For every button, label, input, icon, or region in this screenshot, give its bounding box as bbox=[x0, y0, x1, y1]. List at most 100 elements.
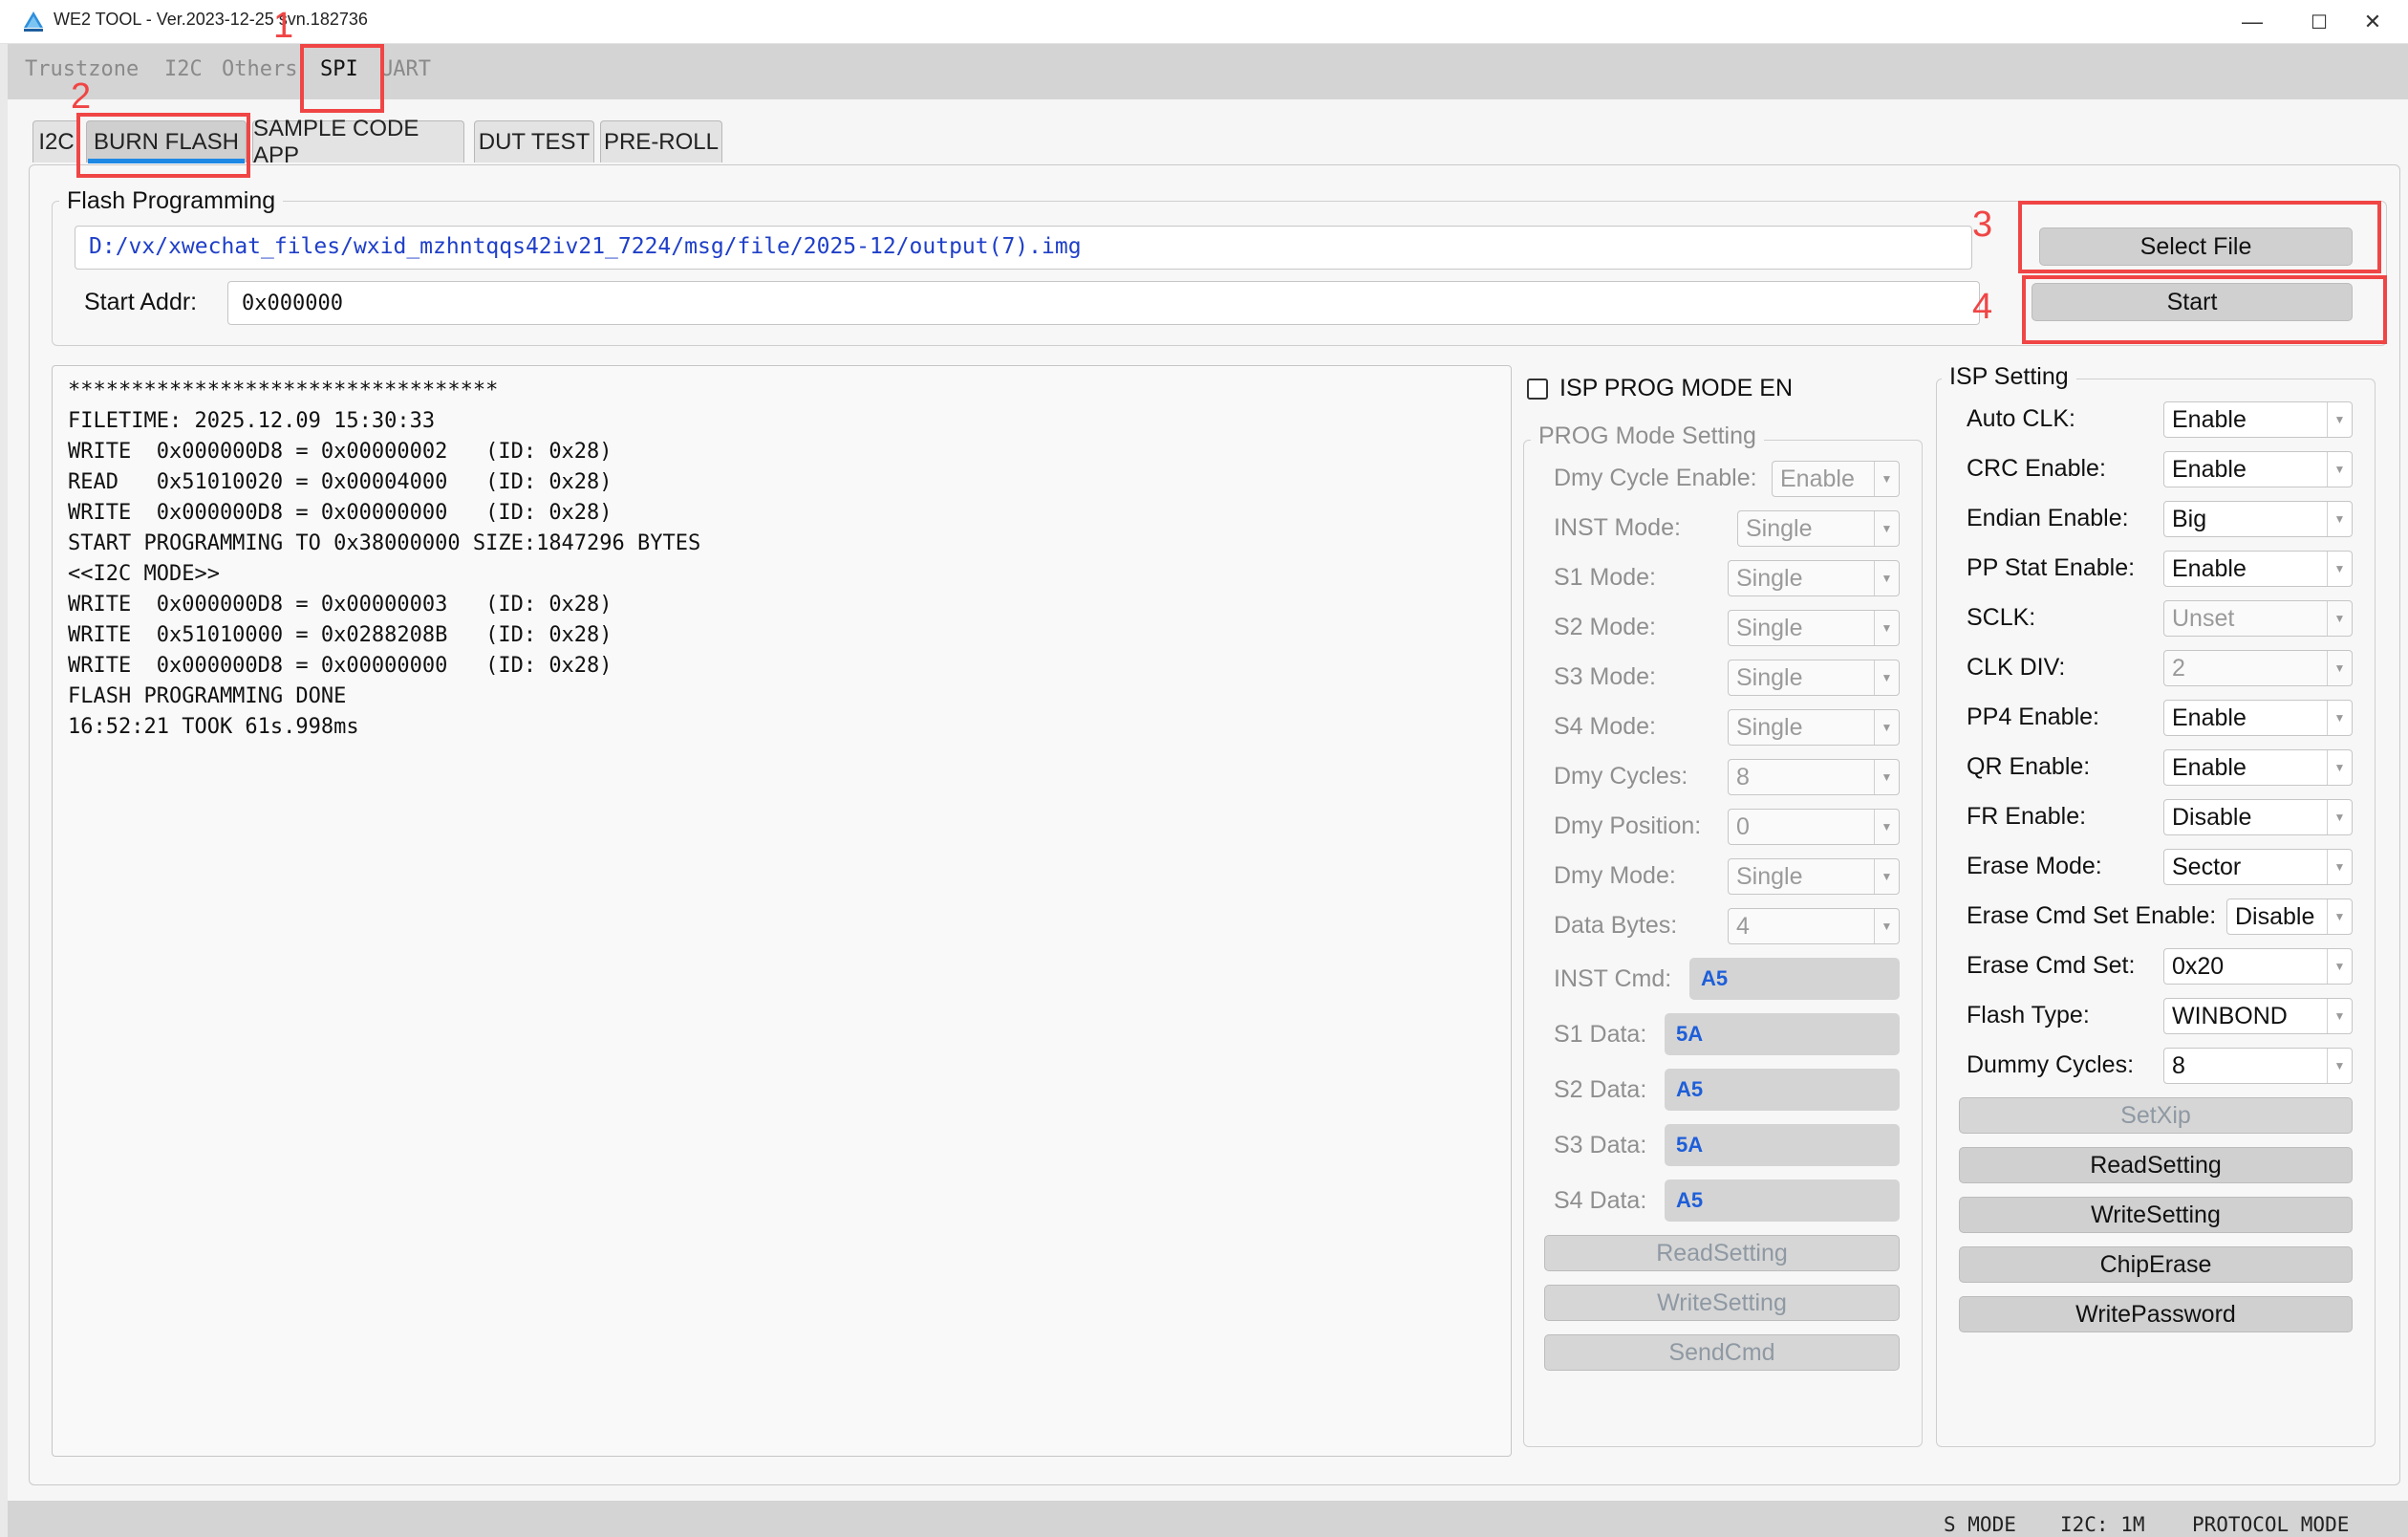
chevron-down-icon: ▼ bbox=[2327, 701, 2352, 735]
chevron-down-icon: ▼ bbox=[1874, 760, 1899, 794]
start-addr-label: Start Addr: bbox=[84, 289, 198, 315]
isp-erase-cmd-set-value: 0x20 bbox=[2172, 952, 2225, 980]
log-line: ********************************** bbox=[68, 379, 499, 402]
annotation-number-1: 1 bbox=[273, 6, 294, 46]
menu-uart[interactable]: UART bbox=[380, 57, 431, 81]
isp-sclk-label: SCLK: bbox=[1967, 604, 2036, 631]
prog-s3-mode-label: S3 Mode: bbox=[1554, 663, 1657, 690]
tab-dut-test[interactable]: DUT TEST bbox=[474, 120, 594, 162]
prog-s1-data-input[interactable]: 5A bbox=[1665, 1013, 1900, 1055]
file-path-input[interactable]: D:/vx/xwechat_files/wxid_mzhntqqs42iv21_… bbox=[75, 226, 1972, 270]
prog-data-bytes-label: Data Bytes: bbox=[1554, 912, 1678, 939]
prog-dmy-cycle-enable-select[interactable]: Enable ▼ bbox=[1772, 461, 1900, 497]
prog-inst-mode-value: Single bbox=[1746, 514, 1813, 542]
prog-s2-data-label: S2 Data: bbox=[1554, 1076, 1647, 1103]
isp-crc-enable-select[interactable]: Enable ▼ bbox=[2163, 451, 2353, 487]
chevron-down-icon: ▼ bbox=[1874, 859, 1899, 894]
prog-s3-data-label: S3 Data: bbox=[1554, 1132, 1647, 1158]
prog-s3-mode-select[interactable]: Single ▼ bbox=[1728, 660, 1900, 696]
log-line: FLASH PROGRAMMING DONE bbox=[68, 684, 347, 708]
prog-s1-mode-label: S1 Mode: bbox=[1554, 564, 1657, 591]
isp-erase-mode-select[interactable]: Sector ▼ bbox=[2163, 849, 2353, 885]
log-output: ********************************** FILET… bbox=[52, 365, 1512, 1457]
prog-inst-cmd-input[interactable]: A5 bbox=[1689, 958, 1900, 1000]
chevron-down-icon: ▼ bbox=[2327, 999, 2352, 1033]
chevron-down-icon: ▼ bbox=[1874, 462, 1899, 496]
isp-erase-cmd-set-enable-value: Disable bbox=[2235, 902, 2315, 930]
chevron-down-icon: ▼ bbox=[1874, 611, 1899, 645]
start-addr-input[interactable]: 0x000000 bbox=[227, 281, 1980, 325]
annotation-box-3 bbox=[2018, 201, 2381, 273]
prog-data-bytes-select[interactable]: 4 ▼ bbox=[1728, 908, 1900, 944]
tab-i2c[interactable]: I2C bbox=[32, 120, 80, 162]
isp-erase-cmd-set-select[interactable]: 0x20 ▼ bbox=[2163, 948, 2353, 985]
prog-dmy-cycles-select[interactable]: 8 ▼ bbox=[1728, 759, 1900, 795]
isp-flash-type-select[interactable]: WINBOND ▼ bbox=[2163, 998, 2353, 1034]
prog-s4-data-input[interactable]: A5 bbox=[1665, 1180, 1900, 1222]
isp-dummy-cycles-select[interactable]: 8 ▼ bbox=[2163, 1048, 2353, 1084]
prog-inst-mode-select[interactable]: Single ▼ bbox=[1737, 510, 1900, 547]
prog-inst-cmd-label: INST Cmd: bbox=[1554, 965, 1672, 992]
isp-auto-clk-label: Auto CLK: bbox=[1967, 405, 2075, 432]
chevron-down-icon: ▼ bbox=[1874, 511, 1899, 546]
isp-pp-stat-enable-select[interactable]: Enable ▼ bbox=[2163, 551, 2353, 587]
isp-setting-title: ISP Setting bbox=[1942, 363, 2076, 391]
log-line: WRITE 0x000000D8 = 0x00000000 (ID: 0x28) bbox=[68, 501, 613, 525]
prog-s2-mode-value: Single bbox=[1736, 614, 1803, 641]
isp-flash-type-value: WINBOND bbox=[2172, 1002, 2288, 1029]
prog-dmy-position-select[interactable]: 0 ▼ bbox=[1728, 809, 1900, 845]
prog-data-bytes-value: 4 bbox=[1736, 912, 1750, 940]
prog-s3-data-input[interactable]: 5A bbox=[1665, 1124, 1900, 1166]
prog-readsetting-button[interactable]: ReadSetting bbox=[1544, 1235, 1900, 1271]
prog-dmy-mode-select[interactable]: Single ▼ bbox=[1728, 858, 1900, 895]
prog-s1-data-label: S1 Data: bbox=[1554, 1021, 1647, 1048]
annotation-number-4: 4 bbox=[1972, 287, 1993, 327]
isp-pp4-enable-select[interactable]: Enable ▼ bbox=[2163, 700, 2353, 736]
isp-clk-div-select[interactable]: 2 ▼ bbox=[2163, 650, 2353, 686]
status-protocol-mode: PROTOCOL MODE bbox=[2192, 1513, 2350, 1536]
minimize-button[interactable]: — bbox=[2217, 0, 2288, 44]
isp-endian-enable-select[interactable]: Big ▼ bbox=[2163, 501, 2353, 537]
tab-sample-code-app[interactable]: SAMPLE CODE APP bbox=[252, 116, 464, 168]
close-button[interactable]: ✕ bbox=[2337, 0, 2408, 44]
isp-qr-enable-select[interactable]: Enable ▼ bbox=[2163, 749, 2353, 786]
isp-writesetting-button[interactable]: WriteSetting bbox=[1959, 1197, 2353, 1233]
isp-setxip-button[interactable]: SetXip bbox=[1959, 1097, 2353, 1134]
prog-writesetting-button[interactable]: WriteSetting bbox=[1544, 1285, 1900, 1321]
chevron-down-icon: ▼ bbox=[2327, 850, 2352, 884]
status-bar bbox=[8, 1501, 2408, 1537]
prog-s4-mode-label: S4 Mode: bbox=[1554, 713, 1657, 740]
chevron-down-icon: ▼ bbox=[2327, 502, 2352, 536]
isp-prog-mode-checkbox[interactable] bbox=[1527, 379, 1548, 400]
isp-endian-enable-label: Endian Enable: bbox=[1967, 505, 2129, 531]
log-line: START PROGRAMMING TO 0x38000000 SIZE:184… bbox=[68, 531, 701, 555]
menu-i2c[interactable]: I2C bbox=[164, 57, 203, 81]
prog-s4-mode-select[interactable]: Single ▼ bbox=[1728, 709, 1900, 746]
isp-writepassword-button[interactable]: WritePassword bbox=[1959, 1296, 2353, 1332]
log-line: FILETIME: 2025.12.09 15:30:33 bbox=[68, 409, 436, 433]
prog-s1-mode-select[interactable]: Single ▼ bbox=[1728, 560, 1900, 596]
prog-mode-setting-title: PROG Mode Setting bbox=[1531, 422, 1764, 450]
prog-dmy-position-value: 0 bbox=[1736, 812, 1750, 840]
isp-fr-enable-select[interactable]: Disable ▼ bbox=[2163, 799, 2353, 835]
isp-erase-cmd-set-enable-select[interactable]: Disable ▼ bbox=[2226, 898, 2353, 935]
isp-chiperase-button[interactable]: ChipErase bbox=[1959, 1246, 2353, 1283]
isp-pp-stat-enable-value: Enable bbox=[2172, 554, 2247, 582]
prog-s2-mode-label: S2 Mode: bbox=[1554, 614, 1657, 640]
isp-erase-cmd-set-label: Erase Cmd Set: bbox=[1967, 952, 2136, 979]
app-logo-icon bbox=[21, 9, 46, 33]
isp-sclk-value: Unset bbox=[2172, 604, 2235, 632]
prog-dmy-mode-value: Single bbox=[1736, 862, 1803, 890]
log-line: WRITE 0x000000D8 = 0x00000003 (ID: 0x28) bbox=[68, 593, 613, 617]
tab-pre-roll[interactable]: PRE-ROLL bbox=[600, 120, 722, 162]
isp-auto-clk-select[interactable]: Enable ▼ bbox=[2163, 401, 2353, 438]
prog-s4-mode-value: Single bbox=[1736, 713, 1803, 741]
prog-sendcmd-button[interactable]: SendCmd bbox=[1544, 1334, 1900, 1371]
isp-readsetting-button[interactable]: ReadSetting bbox=[1959, 1147, 2353, 1183]
annotation-box-1 bbox=[300, 44, 384, 113]
prog-s2-data-input[interactable]: A5 bbox=[1665, 1069, 1900, 1111]
isp-sclk-select[interactable]: Unset ▼ bbox=[2163, 600, 2353, 637]
menu-others[interactable]: Others bbox=[222, 57, 297, 81]
chevron-down-icon: ▼ bbox=[1874, 561, 1899, 595]
prog-s2-mode-select[interactable]: Single ▼ bbox=[1728, 610, 1900, 646]
